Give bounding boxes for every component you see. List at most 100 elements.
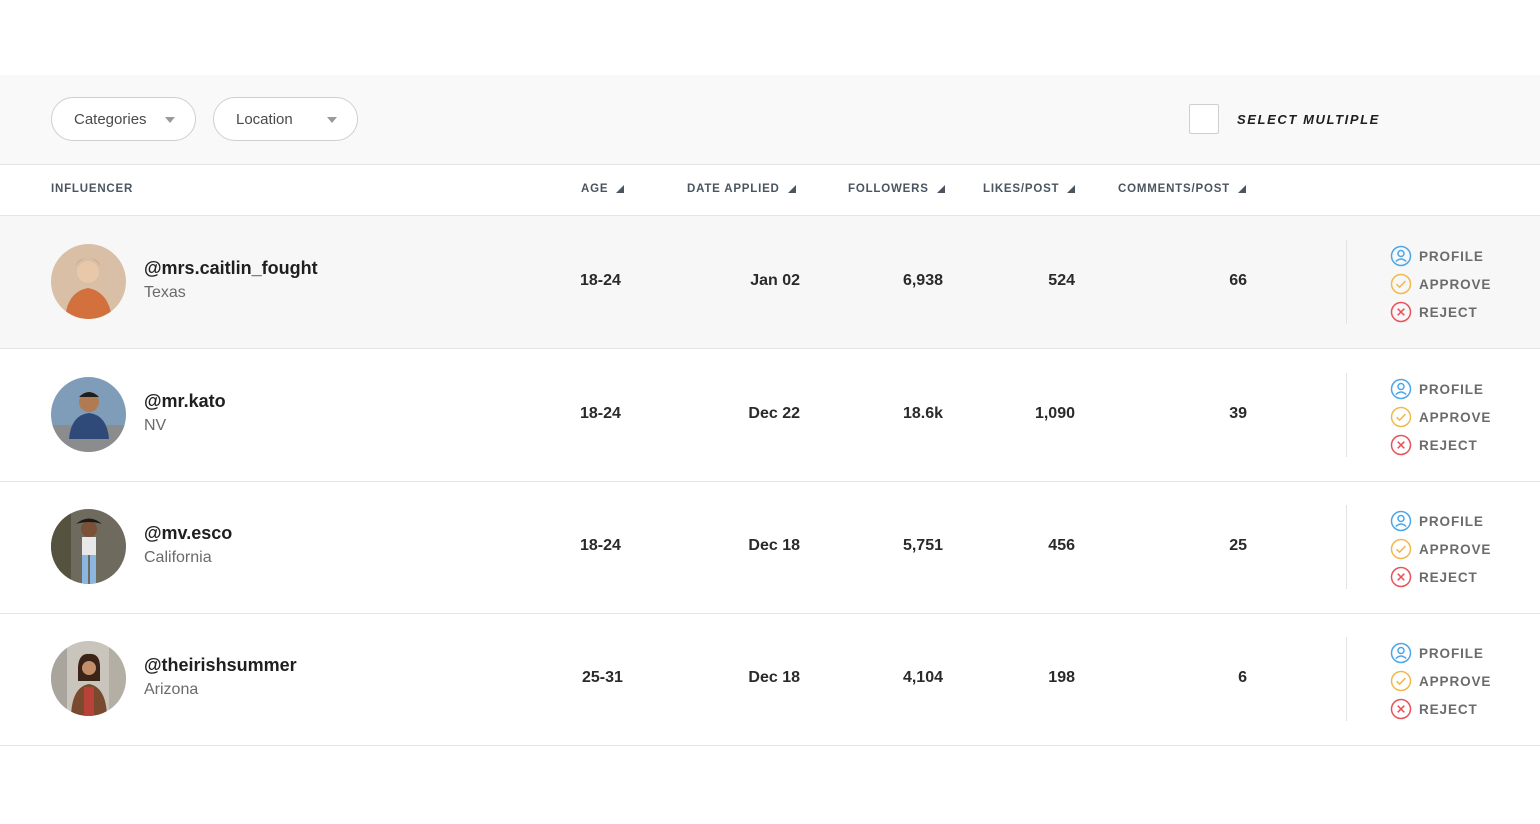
select-multiple-checkbox[interactable]: [1189, 104, 1219, 134]
reject-button[interactable]: REJECT: [1390, 566, 1478, 588]
avatar[interactable]: [51, 377, 126, 452]
influencer-handle[interactable]: @theirishsummer: [144, 655, 297, 676]
reject-label: REJECT: [1419, 437, 1478, 453]
divider: [1346, 240, 1347, 324]
likes-value: 456: [1048, 537, 1075, 554]
profile-label: PROFILE: [1419, 513, 1484, 529]
date-applied-value: Jan 02: [750, 272, 800, 289]
reject-label: REJECT: [1419, 304, 1478, 320]
influencer-handle[interactable]: @mv.esco: [144, 523, 232, 544]
column-header-label: COMMENTS/POST: [1118, 183, 1230, 195]
approve-button[interactable]: APPROVE: [1390, 670, 1491, 692]
avatar[interactable]: [51, 509, 126, 584]
column-header-label: AGE: [581, 183, 609, 195]
sort-icon: [787, 185, 796, 193]
profile-button[interactable]: PROFILE: [1390, 510, 1484, 532]
divider: [1346, 373, 1347, 457]
likes-value: 198: [1048, 669, 1075, 686]
chevron-down-icon: [327, 117, 337, 123]
profile-icon: [1390, 642, 1412, 664]
chevron-down-icon: [165, 117, 175, 123]
comments-value: 66: [1229, 272, 1247, 289]
location-dropdown-label: Location: [236, 110, 293, 128]
approve-button[interactable]: APPROVE: [1390, 406, 1491, 428]
comments-value: 6: [1238, 669, 1247, 686]
reject-button[interactable]: REJECT: [1390, 434, 1478, 456]
profile-button[interactable]: PROFILE: [1390, 245, 1484, 267]
column-header-followers[interactable]: FOLLOWERS: [848, 183, 945, 195]
date-applied-value: Dec 18: [748, 669, 800, 686]
approve-label: APPROVE: [1419, 541, 1492, 557]
date-applied-value: Dec 18: [748, 537, 800, 554]
divider: [1346, 637, 1347, 721]
column-header-influencer: INFLUENCER: [51, 183, 133, 195]
table-row[interactable]: @mv.esco California 18-24 Dec 18 5,751 4…: [0, 481, 1540, 614]
avatar[interactable]: [51, 244, 126, 319]
categories-dropdown-label: Categories: [74, 110, 147, 128]
age-value: 18-24: [580, 537, 621, 554]
reject-button[interactable]: REJECT: [1390, 301, 1478, 323]
column-header-label: FOLLOWERS: [848, 183, 929, 195]
followers-value: 6,938: [902, 272, 943, 289]
likes-value: 1,090: [1034, 405, 1075, 422]
profile-label: PROFILE: [1419, 645, 1484, 661]
x-circle-icon: [1390, 434, 1412, 456]
sort-icon: [1238, 185, 1246, 193]
reject-button[interactable]: REJECT: [1390, 698, 1478, 720]
profile-button[interactable]: PROFILE: [1390, 642, 1484, 664]
profile-label: PROFILE: [1419, 248, 1484, 264]
table-row[interactable]: @theirishsummer Arizona 25-31 Dec 18 4,1…: [0, 613, 1540, 746]
influencer-handle[interactable]: @mrs.caitlin_fought: [144, 258, 318, 279]
column-header-date-applied[interactable]: DATE APPLIED: [687, 183, 796, 195]
check-circle-icon: [1390, 538, 1412, 560]
x-circle-icon: [1390, 301, 1412, 323]
column-header-likes-post[interactable]: LIKES/POST: [983, 183, 1076, 195]
comments-value: 39: [1229, 405, 1247, 422]
table-row[interactable]: @mrs.caitlin_fought Texas 18-24 Jan 02 6…: [0, 216, 1540, 349]
influencer-location: NV: [144, 417, 167, 434]
check-circle-icon: [1390, 273, 1412, 295]
followers-value: 4,104: [902, 669, 943, 686]
column-header-label: INFLUENCER: [51, 183, 134, 195]
location-dropdown[interactable]: Location: [213, 97, 358, 141]
select-multiple-toggle[interactable]: SELECT MULTIPLE: [1189, 104, 1380, 134]
approve-button[interactable]: APPROVE: [1390, 273, 1491, 295]
date-applied-value: Dec 22: [748, 405, 800, 422]
profile-button[interactable]: PROFILE: [1390, 378, 1484, 400]
column-header-comments-post[interactable]: COMMENTS/POST: [1118, 183, 1246, 195]
influencer-location: Arizona: [144, 681, 199, 698]
age-value: 18-24: [580, 272, 621, 289]
avatar[interactable]: [51, 641, 126, 716]
sort-icon: [1067, 185, 1076, 193]
age-value: 25-31: [582, 669, 623, 686]
column-header-label: LIKES/POST: [983, 183, 1060, 195]
filter-bar: Categories Location SELECT MULTIPLE: [0, 75, 1540, 165]
column-header-label: DATE APPLIED: [687, 183, 780, 195]
profile-icon: [1390, 510, 1412, 532]
reject-label: REJECT: [1419, 701, 1478, 717]
sort-icon: [936, 185, 945, 193]
column-header-age[interactable]: AGE: [581, 183, 625, 195]
sort-icon: [616, 185, 625, 193]
reject-label: REJECT: [1419, 569, 1478, 585]
age-value: 18-24: [580, 405, 621, 422]
categories-dropdown[interactable]: Categories: [51, 97, 196, 141]
check-circle-icon: [1390, 406, 1412, 428]
profile-icon: [1390, 245, 1412, 267]
approve-label: APPROVE: [1419, 673, 1492, 689]
approve-label: APPROVE: [1419, 409, 1492, 425]
approve-button[interactable]: APPROVE: [1390, 538, 1491, 560]
comments-value: 25: [1229, 537, 1247, 554]
divider: [1346, 505, 1347, 589]
influencer-location: Texas: [144, 284, 186, 301]
influencer-handle[interactable]: @mr.kato: [144, 391, 226, 412]
followers-value: 5,751: [902, 537, 943, 554]
check-circle-icon: [1390, 670, 1412, 692]
select-multiple-label: SELECT MULTIPLE: [1237, 111, 1380, 127]
x-circle-icon: [1390, 698, 1412, 720]
approve-label: APPROVE: [1419, 276, 1492, 292]
profile-label: PROFILE: [1419, 381, 1484, 397]
profile-icon: [1390, 378, 1412, 400]
table-header: INFLUENCER AGE DATE APPLIED FOLLOWERS LI…: [0, 165, 1540, 216]
table-row[interactable]: @mr.kato NV 18-24 Dec 22 18.6k 1,090 39 …: [0, 349, 1540, 482]
